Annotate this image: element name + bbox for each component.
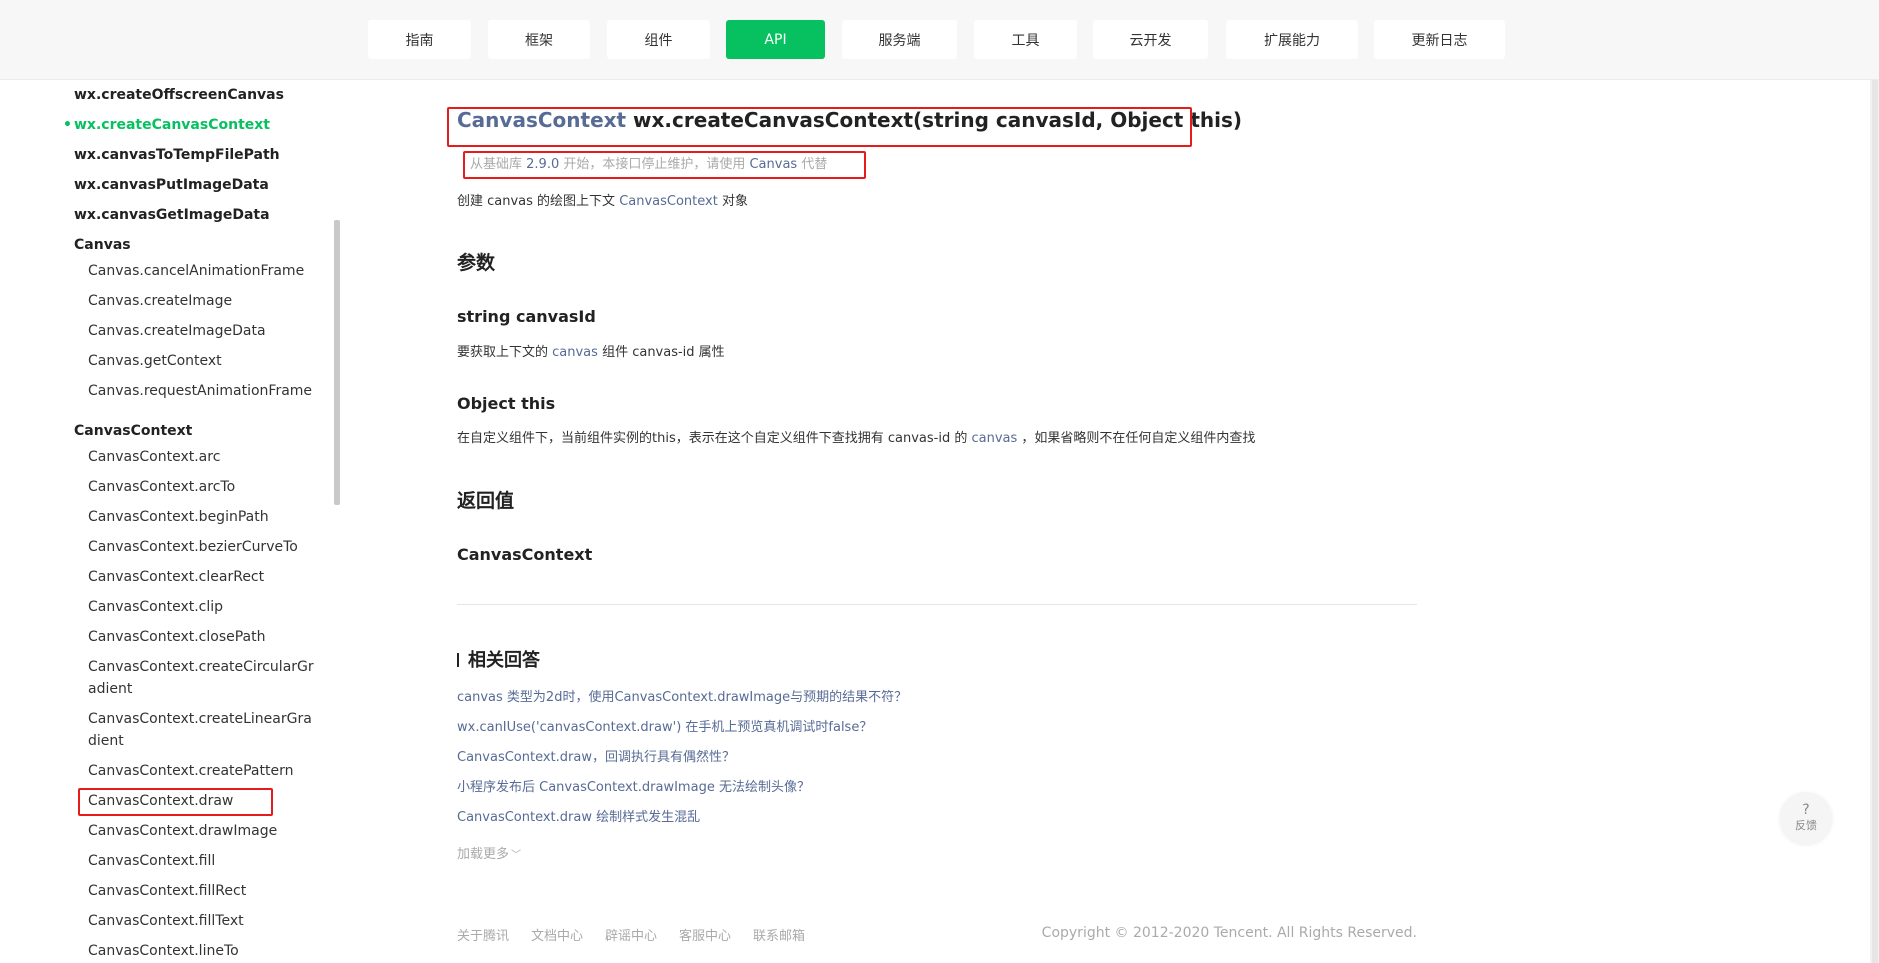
sidebar-item-ctx-fillrect[interactable]: CanvasContext.fillRect — [88, 882, 246, 900]
param-canvasid-suffix: 组件 canvas-id 属性 — [597, 345, 725, 360]
tab-extensions[interactable]: 扩展能力 — [1226, 20, 1358, 59]
tab-api[interactable]: API — [726, 20, 825, 59]
sidebar-item-ctx-createlineargradient[interactable]: CanvasContext.createLinearGra dient — [88, 710, 312, 750]
related-question-5[interactable]: CanvasContext.draw 绘制样式发生混乱 — [457, 806, 700, 825]
related-question-1[interactable]: canvas 类型为2d时，使用CanvasContext.drawImage与… — [457, 686, 907, 705]
sidebar-item-label-line1: CanvasContext.createCircularGr — [88, 659, 314, 675]
load-more-button[interactable]: 加载更多 ﹀ — [457, 843, 521, 862]
footer-support[interactable]: 客服中心 — [679, 925, 731, 944]
related-question-4[interactable]: 小程序发布后 CanvasContext.drawImage 无法绘制头像？ — [457, 776, 810, 795]
sidebar-heading-canvas[interactable]: Canvas — [74, 236, 131, 254]
sidebar-item-ctx-drawimage[interactable]: CanvasContext.drawImage — [88, 822, 277, 840]
sidebar-item-canvas-createimagedata[interactable]: Canvas.createImageData — [88, 322, 266, 340]
divider — [457, 604, 1417, 605]
params-heading: 参数 — [457, 252, 496, 274]
copyright: Copyright © 2012-2020 Tencent. All Right… — [1041, 925, 1417, 941]
param-this-suffix: ，如果省略则不在任何自定义组件内查找 — [1017, 431, 1256, 446]
param-canvasid-name: string canvasId — [457, 307, 596, 326]
annotation-box-sidebar-draw — [78, 788, 273, 816]
related-question-2[interactable]: wx.canIUse('canvasContext.draw') 在手机上预览真… — [457, 716, 872, 735]
sidebar-item-createcanvascontext[interactable]: • wx.createCanvasContext — [63, 116, 270, 134]
sidebar-item-canvas-requestanimationframe[interactable]: Canvas.requestAnimationFrame — [88, 382, 312, 400]
param-this-prefix: 在自定义组件下，当前组件实例的this，表示在这个自定义组件下查找拥有 canv… — [457, 431, 972, 446]
return-type-link[interactable]: CanvasContext — [457, 545, 592, 564]
param-this-name: Object this — [457, 394, 556, 413]
load-more-label: 加载更多 — [457, 847, 510, 862]
description-prefix: 创建 canvas 的绘图上下文 — [457, 194, 620, 209]
sidebar-item-ctx-clip[interactable]: CanvasContext.clip — [88, 598, 223, 616]
sidebar-item-ctx-beziercurveto[interactable]: CanvasContext.bezierCurveTo — [88, 538, 298, 556]
sidebar-item-label-line2: dient — [88, 733, 124, 749]
description-suffix: 对象 — [717, 194, 748, 209]
return-heading: 返回值 — [457, 490, 515, 512]
sidebar-item-ctx-arcto[interactable]: CanvasContext.arcTo — [88, 478, 235, 496]
sidebar-item-ctx-createpattern[interactable]: CanvasContext.createPattern — [88, 762, 294, 780]
sidebar-item-label-line1: CanvasContext.createLinearGra — [88, 711, 312, 727]
feedback-button[interactable]: ? 反馈 — [1780, 792, 1832, 844]
footer-about[interactable]: 关于腾讯 — [457, 925, 509, 944]
sidebar-heading-canvascontext[interactable]: CanvasContext — [74, 422, 192, 440]
sidebar-item-label-line2: adient — [88, 681, 133, 697]
tab-framework[interactable]: 框架 — [488, 20, 590, 59]
sidebar-item-ctx-clearrect[interactable]: CanvasContext.clearRect — [88, 568, 264, 586]
footer-docs[interactable]: 文档中心 — [531, 925, 583, 944]
sidebar: wx.createOffscreenCanvas • wx.createCanv… — [0, 80, 335, 963]
tab-server[interactable]: 服务端 — [842, 20, 957, 59]
sidebar-item-createoffscreencanvas[interactable]: wx.createOffscreenCanvas — [74, 86, 284, 104]
sidebar-item-canvastotempfilepath[interactable]: wx.canvasToTempFilePath — [74, 146, 280, 164]
sidebar-item-canvas-cancelanimationframe[interactable]: Canvas.cancelAnimationFrame — [88, 262, 304, 280]
canvas-component-link[interactable]: canvas — [552, 345, 598, 360]
description: 创建 canvas 的绘图上下文 CanvasContext 对象 — [457, 190, 748, 209]
footer-rumor[interactable]: 辟谣中心 — [605, 925, 657, 944]
sidebar-item-ctx-arc[interactable]: CanvasContext.arc — [88, 448, 220, 466]
heading-bar-icon — [457, 653, 459, 667]
tab-guide[interactable]: 指南 — [368, 20, 471, 59]
sidebar-item-ctx-createcirculargradient[interactable]: CanvasContext.createCircularGr adient — [88, 658, 314, 698]
canvascontext-link[interactable]: CanvasContext — [619, 194, 718, 209]
sidebar-item-canvas-getcontext[interactable]: Canvas.getContext — [88, 352, 222, 370]
canvas-component-link-2[interactable]: canvas — [971, 431, 1017, 446]
related-question-3[interactable]: CanvasContext.draw，回调执行具有偶然性？ — [457, 746, 735, 765]
param-this-desc: 在自定义组件下，当前组件实例的this，表示在这个自定义组件下查找拥有 canv… — [457, 427, 1255, 446]
sidebar-item-canvasputimagedata[interactable]: wx.canvasPutImageData — [74, 176, 269, 194]
sidebar-item-ctx-fill[interactable]: CanvasContext.fill — [88, 852, 215, 870]
sidebar-item-canvas-createimage[interactable]: Canvas.createImage — [88, 292, 232, 310]
tab-cloud[interactable]: 云开发 — [1093, 20, 1208, 59]
related-heading-label: 相关回答 — [468, 650, 540, 671]
tab-components[interactable]: 组件 — [607, 20, 710, 59]
tab-changelog[interactable]: 更新日志 — [1374, 20, 1505, 59]
top-nav: 指南 框架 组件 API 服务端 工具 云开发 扩展能力 更新日志 — [0, 0, 1879, 80]
param-canvasid-desc: 要获取上下文的 canvas 组件 canvas-id 属性 — [457, 341, 725, 360]
param-canvasid-prefix: 要获取上下文的 — [457, 345, 553, 360]
sidebar-item-ctx-lineto[interactable]: CanvasContext.lineTo — [88, 942, 239, 960]
sidebar-scrollbar[interactable] — [334, 220, 340, 505]
tab-tools[interactable]: 工具 — [974, 20, 1077, 59]
annotation-box-deprecation — [463, 151, 866, 179]
chevron-down-icon: ﹀ — [511, 850, 522, 861]
active-dot-icon: • — [63, 117, 72, 133]
question-icon: ? — [1802, 802, 1810, 818]
sidebar-item-label: wx.createCanvasContext — [74, 117, 270, 133]
sidebar-item-ctx-beginpath[interactable]: CanvasContext.beginPath — [88, 508, 269, 526]
annotation-box-title — [447, 107, 1192, 147]
sidebar-item-canvasgetimagedata[interactable]: wx.canvasGetImageData — [74, 206, 270, 224]
feedback-label: 反馈 — [1795, 819, 1817, 832]
sidebar-item-ctx-closepath[interactable]: CanvasContext.closePath — [88, 628, 266, 646]
footer-email[interactable]: 联系邮箱 — [753, 925, 805, 944]
page-scrollbar[interactable] — [1872, 80, 1878, 963]
related-heading: 相关回答 — [457, 646, 540, 672]
sidebar-item-ctx-filltext[interactable]: CanvasContext.fillText — [88, 912, 244, 930]
